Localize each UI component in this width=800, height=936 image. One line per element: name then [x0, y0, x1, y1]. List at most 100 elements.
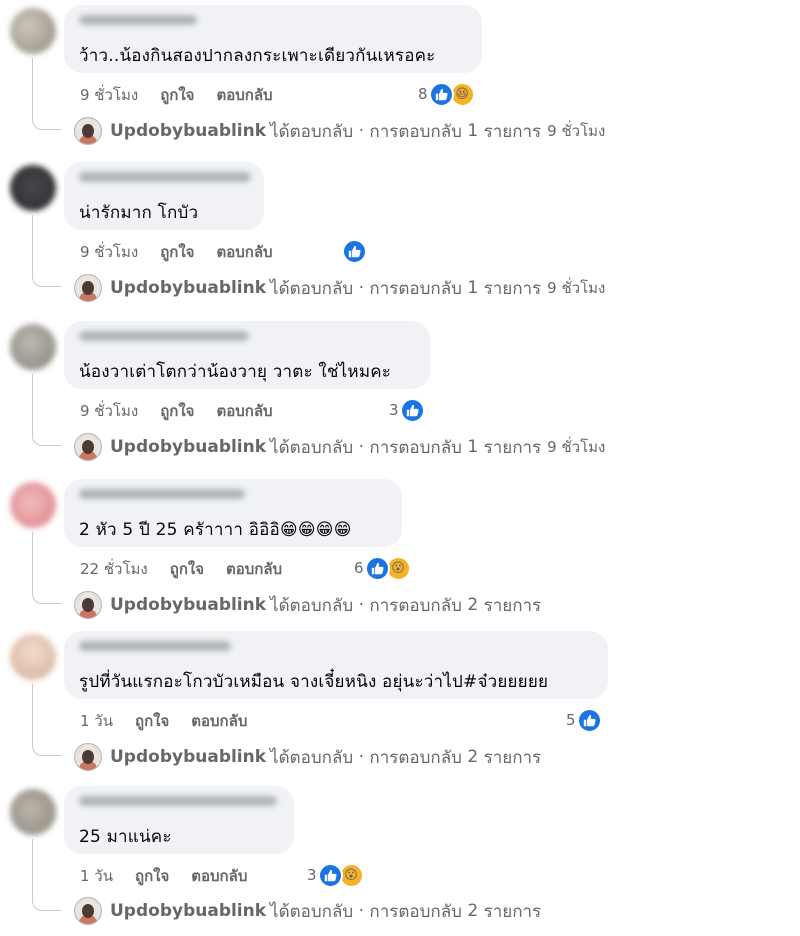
- replier-avatar: [74, 433, 102, 461]
- like-button[interactable]: ถูกใจ: [160, 83, 194, 107]
- reply-count: 2: [467, 901, 479, 921]
- view-replies-link[interactable]: Updobybuablink ได้ตอบกลับ · การตอบกลับ 2…: [74, 896, 547, 926]
- replier-avatar: [74, 274, 102, 302]
- comment-actions: 9 ชั่วโมง ถูกใจ ตอบกลับ: [80, 400, 295, 422]
- commenter-name-blurred[interactable]: [79, 331, 249, 341]
- commenter-avatar[interactable]: [10, 634, 56, 680]
- comment-time[interactable]: 9 ชั่วโมง: [80, 399, 138, 423]
- comment: 25 มาแน่คะ 1 วัน ถูกใจ ตอบกลับ 3 😮 Updob…: [0, 781, 800, 936]
- comment-bubble: น้องวาเต่าโตกว่าน้องวายุ วาตะ ใช่ไหมคะ: [64, 321, 430, 389]
- reply-count-suffix: รายการ: [483, 278, 542, 299]
- like-button[interactable]: ถูกใจ: [135, 709, 169, 733]
- like-icon: [342, 238, 367, 264]
- comment-bubble: รูปที่วันแรกอะโกวบัวเหมือน จางเจี๋ยหนิง …: [64, 631, 608, 699]
- reply-time: 9 ชั่วโมง: [547, 438, 606, 456]
- replier-avatar: [74, 897, 102, 925]
- reaction-summary[interactable]: 5: [566, 707, 602, 733]
- comment-text: รูปที่วันแรกอะโกวบัวเหมือน จางเจี๋ยหนิง …: [79, 672, 549, 692]
- reply-button[interactable]: ตอบกลับ: [216, 83, 272, 107]
- replier-name: Updobybuablink: [110, 121, 267, 141]
- comment-time[interactable]: 9 ชั่วโมง: [80, 83, 138, 107]
- reply-time: 9 ชั่วโมง: [547, 122, 606, 140]
- comment-actions: 9 ชั่วโมง ถูกใจ ตอบกลับ: [80, 84, 295, 106]
- comment-time[interactable]: 1 วัน: [80, 709, 113, 733]
- comment-text: 2 หัว 5 ปี 25 ครัาาาา อิอิอิ😁😁😁😁: [79, 520, 352, 540]
- replied-text: ได้ตอบกลับ: [270, 747, 354, 768]
- replied-text: ได้ตอบกลับ: [270, 901, 354, 922]
- view-replies-link[interactable]: Updobybuablink ได้ตอบกลับ · การตอบกลับ 2…: [74, 590, 547, 620]
- reply-count: 1: [467, 121, 479, 141]
- like-icon: [399, 397, 425, 423]
- like-button[interactable]: ถูกใจ: [160, 399, 194, 423]
- reply-count: 2: [467, 595, 479, 615]
- separator: ·: [358, 901, 364, 921]
- reply-count-prefix: การตอบกลับ: [369, 278, 462, 299]
- replied-text: ได้ตอบกลับ: [270, 121, 354, 142]
- reply-button[interactable]: ตอบกลับ: [226, 557, 282, 581]
- like-button[interactable]: ถูกใจ: [160, 240, 194, 264]
- reply-count: 1: [467, 278, 479, 298]
- reply-thread-line: [32, 58, 61, 130]
- commenter-avatar[interactable]: [10, 482, 56, 528]
- reply-count-prefix: การตอบกลับ: [369, 747, 462, 768]
- commenter-name-blurred[interactable]: [79, 796, 277, 806]
- reply-count-suffix: รายการ: [483, 121, 542, 142]
- like-button[interactable]: ถูกใจ: [135, 864, 169, 888]
- comment-text: น้องวาเต่าโตกว่าน้องวายุ วาตะ ใช่ไหมคะ: [79, 362, 392, 382]
- reply-thread-line: [32, 532, 61, 604]
- view-replies-link[interactable]: Updobybuablink ได้ตอบกลับ · การตอบกลับ 1…: [74, 432, 605, 462]
- view-replies-link[interactable]: Updobybuablink ได้ตอบกลับ · การตอบกลับ 2…: [74, 742, 547, 772]
- like-icon: [317, 862, 343, 888]
- reply-count: 2: [467, 747, 479, 767]
- reaction-summary[interactable]: 3 😮: [307, 862, 364, 888]
- comment-actions: 22 ชั่วโมง ถูกใจ ตอบกลับ: [80, 558, 304, 580]
- commenter-name-blurred[interactable]: [79, 489, 245, 499]
- reply-button[interactable]: ตอบกลับ: [216, 399, 272, 423]
- comment-bubble: ว้าว..น้องกินสองปากลงกระเพาะเดียวกันเหรอ…: [64, 5, 482, 73]
- comment-bubble: 25 มาแน่คะ: [64, 786, 294, 854]
- commenter-name-blurred[interactable]: [79, 641, 231, 651]
- reply-count-prefix: การตอบกลับ: [369, 437, 462, 458]
- comment-actions: 9 ชั่วโมง ถูกใจ ตอบกลับ: [80, 241, 295, 263]
- reaction-summary[interactable]: 8 😆: [418, 81, 475, 107]
- like-button[interactable]: ถูกใจ: [170, 557, 204, 581]
- separator: ·: [358, 595, 364, 615]
- replied-text: ได้ตอบกลับ: [270, 595, 354, 616]
- reaction-summary[interactable]: 3: [389, 397, 425, 423]
- commenter-avatar[interactable]: [10, 789, 56, 835]
- reaction-summary[interactable]: [341, 238, 367, 264]
- commenter-avatar[interactable]: [10, 165, 56, 211]
- replied-text: ได้ตอบกลับ: [270, 437, 354, 458]
- commenter-avatar[interactable]: [10, 324, 56, 370]
- commenter-name-blurred[interactable]: [79, 15, 197, 25]
- comment-time[interactable]: 22 ชั่วโมง: [80, 557, 148, 581]
- comment: น้องวาเต่าโตกว่าน้องวายุ วาตะ ใช่ไหมคะ 9…: [0, 316, 800, 471]
- like-icon: [364, 555, 390, 581]
- view-replies-link[interactable]: Updobybuablink ได้ตอบกลับ · การตอบกลับ 1…: [74, 273, 605, 303]
- reply-button[interactable]: ตอบกลับ: [191, 709, 247, 733]
- comment-time[interactable]: 1 วัน: [80, 864, 113, 888]
- view-replies-link[interactable]: Updobybuablink ได้ตอบกลับ · การตอบกลับ 1…: [74, 116, 605, 146]
- reply-count-prefix: การตอบกลับ: [369, 595, 462, 616]
- commenter-avatar[interactable]: [10, 8, 56, 54]
- comment-actions: 1 วัน ถูกใจ ตอบกลับ: [80, 710, 269, 732]
- reply-count-suffix: รายการ: [483, 901, 542, 922]
- replier-name: Updobybuablink: [110, 901, 267, 921]
- reaction-summary[interactable]: 6 😮: [354, 555, 411, 581]
- separator: ·: [358, 121, 364, 141]
- comment: รูปที่วันแรกอะโกวบัวเหมือน จางเจี๋ยหนิง …: [0, 626, 800, 781]
- separator: ·: [358, 747, 364, 767]
- replier-avatar: [74, 743, 102, 771]
- reaction-count: 3: [389, 401, 399, 419]
- replier-name: Updobybuablink: [110, 278, 267, 298]
- comment-text: 25 มาแน่คะ: [79, 827, 172, 847]
- reply-thread-line: [32, 374, 61, 446]
- comment-time[interactable]: 9 ชั่วโมง: [80, 240, 138, 264]
- replier-avatar: [74, 591, 102, 619]
- replier-name: Updobybuablink: [110, 437, 267, 457]
- reply-button[interactable]: ตอบกลับ: [216, 240, 272, 264]
- comment-bubble: 2 หัว 5 ปี 25 ครัาาาา อิอิอิ😁😁😁😁: [64, 479, 402, 547]
- commenter-name-blurred[interactable]: [79, 172, 251, 182]
- reaction-count: 6: [354, 559, 364, 577]
- reply-button[interactable]: ตอบกลับ: [191, 864, 247, 888]
